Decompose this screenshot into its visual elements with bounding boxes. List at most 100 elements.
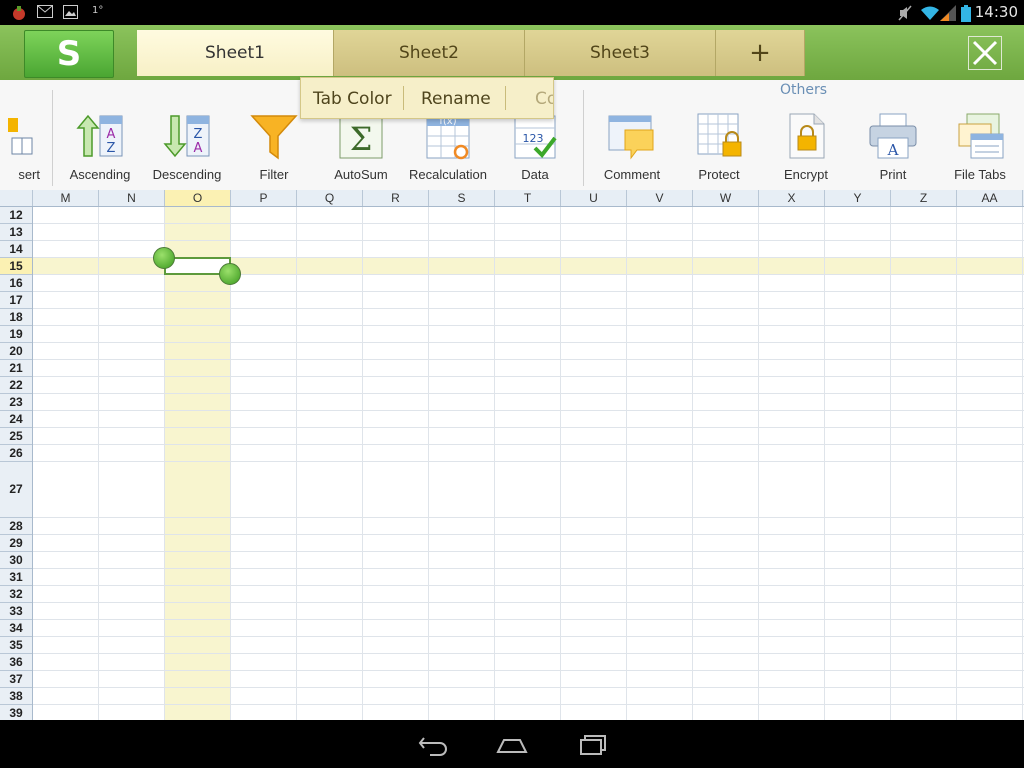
protect-button[interactable]: Protect — [675, 110, 763, 188]
row-header-26[interactable]: 26 — [0, 445, 32, 462]
data-icon: 123 — [514, 115, 557, 159]
row-header-12[interactable]: 12 — [0, 207, 32, 224]
back-icon[interactable] — [412, 730, 452, 758]
comment-label: Comment — [603, 167, 661, 182]
signal-icon — [940, 5, 956, 21]
column-header-t[interactable]: T — [495, 190, 561, 206]
home-icon[interactable] — [492, 730, 532, 758]
row-header-17[interactable]: 17 — [0, 292, 32, 309]
row-header-19[interactable]: 19 — [0, 326, 32, 343]
print-button[interactable]: A Print — [849, 110, 937, 188]
menu-item-tab-color[interactable]: Tab Color — [313, 78, 392, 118]
cell-grid[interactable] — [33, 207, 1024, 720]
data-button[interactable]: 123 Data — [491, 110, 579, 188]
column-header-w[interactable]: W — [693, 190, 759, 206]
column-header-s[interactable]: S — [429, 190, 495, 206]
grid-line — [33, 427, 1024, 428]
row-header-32[interactable]: 32 — [0, 586, 32, 603]
filter-button[interactable]: Filter — [230, 110, 318, 188]
file-tabs-icon — [958, 113, 1004, 159]
recent-apps-icon[interactable] — [573, 730, 613, 758]
row-header-24[interactable]: 24 — [0, 411, 32, 428]
comment-button[interactable]: Comment — [588, 110, 676, 188]
file-tabs-button[interactable]: File Tabs — [936, 110, 1024, 188]
selection-handle-bottom-right[interactable] — [219, 263, 241, 285]
recalculation-button[interactable]: f(x) Recalculation — [404, 110, 492, 188]
svg-text:A: A — [107, 127, 116, 142]
data-label: Data — [521, 167, 549, 182]
column-header-r[interactable]: R — [363, 190, 429, 206]
svg-text:123: 123 — [523, 132, 544, 145]
row-header-23[interactable]: 23 — [0, 394, 32, 411]
row-header-38[interactable]: 38 — [0, 688, 32, 705]
protect-label: Protect — [698, 167, 740, 182]
autosum-button[interactable]: Σ AutoSum — [317, 110, 405, 188]
row-header-30[interactable]: 30 — [0, 552, 32, 569]
autosum-label: AutoSum — [334, 167, 388, 182]
column-header-aa[interactable]: AA — [957, 190, 1023, 206]
sort-descending-button[interactable]: Z A Descending — [143, 110, 231, 188]
mail-icon — [37, 5, 53, 18]
column-header-y[interactable]: Y — [825, 190, 891, 206]
filter-label: Filter — [259, 167, 289, 182]
grid-corner[interactable] — [0, 190, 33, 206]
row-header-34[interactable]: 34 — [0, 620, 32, 637]
row-header-29[interactable]: 29 — [0, 535, 32, 552]
sort-ascending-icon: A Z — [76, 114, 123, 157]
row-header-22[interactable]: 22 — [0, 377, 32, 394]
encrypt-icon — [789, 113, 825, 159]
close-button[interactable] — [968, 36, 1002, 70]
row-header-25[interactable]: 25 — [0, 428, 32, 445]
row-header-36[interactable]: 36 — [0, 654, 32, 671]
column-header-x[interactable]: X — [759, 190, 825, 206]
tab-sheet3[interactable]: Sheet3 — [525, 30, 716, 76]
row-header-14[interactable]: 14 — [0, 241, 32, 258]
comment-icon — [608, 115, 654, 160]
grid-line — [560, 207, 561, 720]
row-header-27[interactable]: 27 — [0, 462, 32, 518]
row-header-21[interactable]: 21 — [0, 360, 32, 377]
svg-text:A: A — [887, 141, 899, 159]
tab-sheet2[interactable]: Sheet2 — [334, 30, 525, 76]
column-header-z[interactable]: Z — [891, 190, 957, 206]
grid-line — [956, 207, 957, 720]
column-header-n[interactable]: N — [99, 190, 165, 206]
grid-line — [692, 207, 693, 720]
grid-line — [33, 670, 1024, 671]
grid-line — [33, 619, 1024, 620]
grid-line — [890, 207, 891, 720]
row-header-33[interactable]: 33 — [0, 603, 32, 620]
column-header-u[interactable]: U — [561, 190, 627, 206]
menu-item-rename[interactable]: Rename — [421, 78, 491, 118]
column-header-q[interactable]: Q — [297, 190, 363, 206]
add-sheet-button[interactable]: + — [716, 30, 805, 76]
sort-ascending-button[interactable]: A Z Ascending — [56, 110, 144, 188]
row-header-20[interactable]: 20 — [0, 343, 32, 360]
row-header-35[interactable]: 35 — [0, 637, 32, 654]
column-header-m[interactable]: M — [33, 190, 99, 206]
insert-icon — [8, 118, 33, 155]
selection-handle-top-left[interactable] — [153, 247, 175, 269]
column-header-v[interactable]: V — [627, 190, 693, 206]
row-header-16[interactable]: 16 — [0, 275, 32, 292]
encrypt-button[interactable]: Encrypt — [762, 110, 850, 188]
row-header-31[interactable]: 31 — [0, 569, 32, 586]
column-header-o[interactable]: O — [165, 190, 231, 206]
grid-line — [33, 376, 1024, 377]
row-header-39[interactable]: 39 — [0, 705, 32, 720]
grid-line — [33, 517, 1024, 518]
row-header-18[interactable]: 18 — [0, 309, 32, 326]
tab-sheet1[interactable]: Sheet1 — [137, 30, 334, 76]
row-header-15[interactable]: 15 — [0, 258, 32, 275]
app-logo-button[interactable]: S — [24, 30, 114, 78]
menu-item-copy-partial[interactable]: Co — [535, 78, 553, 118]
close-icon — [972, 40, 998, 66]
row-header-28[interactable]: 28 — [0, 518, 32, 535]
grid-line — [98, 207, 99, 720]
row-header-37[interactable]: 37 — [0, 671, 32, 688]
grid-line — [33, 308, 1024, 309]
column-header-p[interactable]: P — [231, 190, 297, 206]
grid-line — [824, 207, 825, 720]
row-header-13[interactable]: 13 — [0, 224, 32, 241]
insert-button[interactable]: sert — [0, 110, 40, 188]
